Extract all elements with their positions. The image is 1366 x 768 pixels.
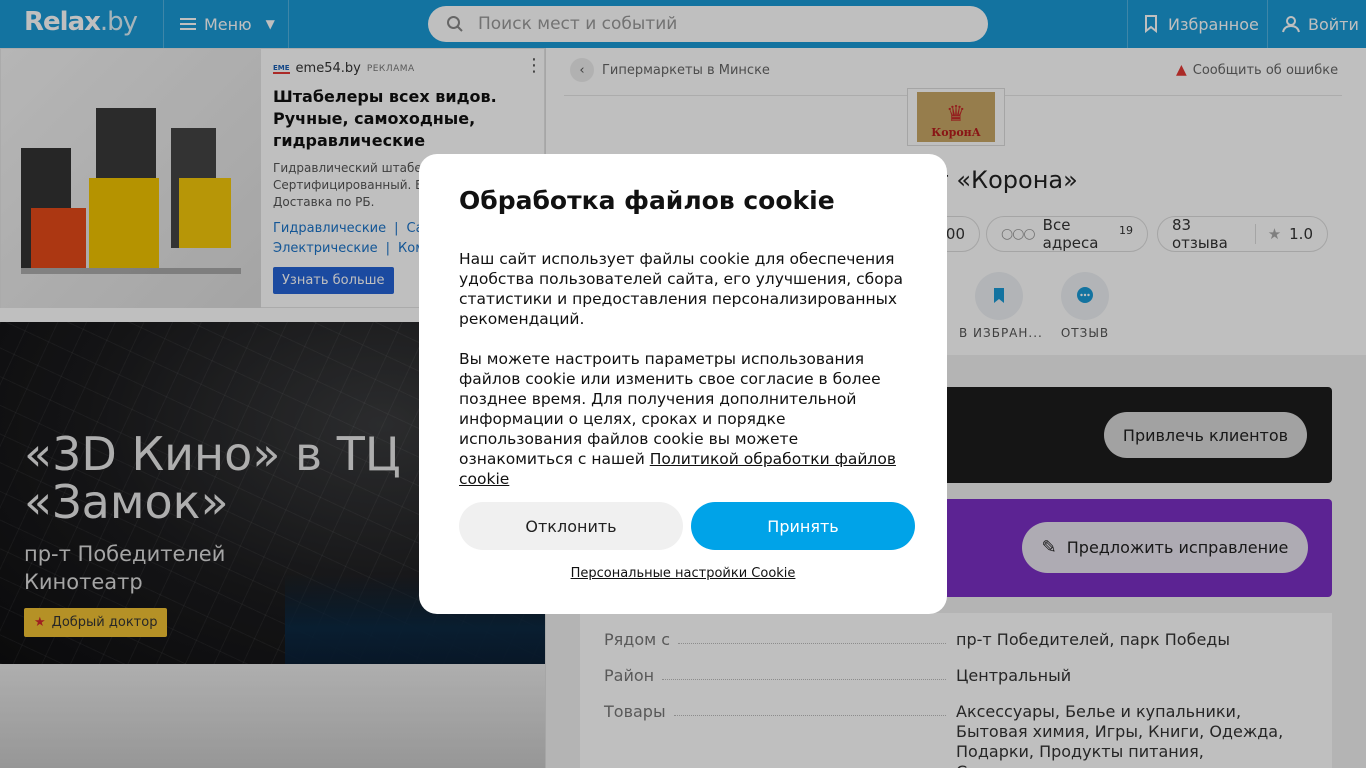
cookie-text: Вы можете настроить параметры использова…: [459, 349, 907, 489]
decline-button[interactable]: Отклонить: [459, 502, 683, 550]
cookie-buttons: Отклонить Принять: [459, 502, 915, 550]
cookie-dialog: Обработка файлов cookie Наш сайт использ…: [419, 154, 947, 614]
cookie-settings-link[interactable]: Персональные настройки Cookie: [419, 566, 947, 581]
cookie-dialog-title: Обработка файлов cookie: [459, 186, 835, 215]
cookie-text: Наш сайт использует файлы cookie для обе…: [459, 250, 904, 328]
accept-button[interactable]: Принять: [691, 502, 915, 550]
